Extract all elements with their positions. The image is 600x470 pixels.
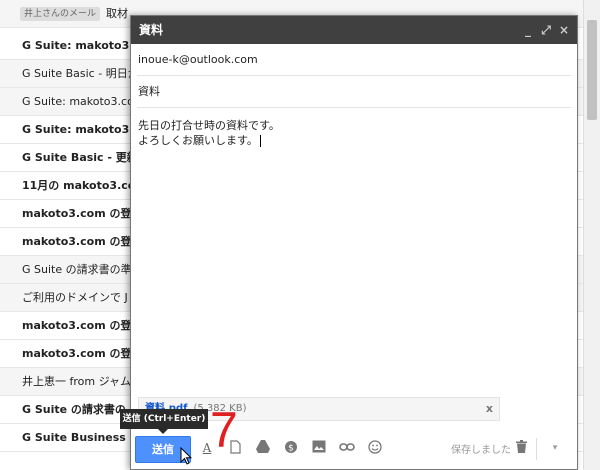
emoji-icon[interactable] [367,440,383,456]
list-item-subject: G Suite の請求書の [22,403,126,416]
link-icon[interactable] [339,440,355,456]
compose-window: 資料 _ ⤢ × inoue-k@outlook.com 資料 先日の打合せ時の… [130,15,578,470]
subject-field[interactable]: 資料 [137,76,571,108]
list-item-subject: G Suite の請求書の準 [22,263,132,276]
mouse-cursor-icon [180,447,192,465]
list-item-subject: makoto3.com の登録 [22,235,143,248]
close-icon[interactable]: × [557,16,571,44]
list-item-subject: 11月の makoto3.com [22,179,147,192]
money-icon[interactable]: $ [283,440,299,456]
scrollbar[interactable] [583,0,600,470]
saved-status: 保存しました [451,445,511,456]
body-line: 先日の打合せ時の資料です。 [138,119,280,132]
list-item-subject: G Suite: makoto3.com [22,95,145,108]
list-item-subject: makoto3.com の登録 [22,347,143,360]
step-number: 7 [210,402,238,458]
list-item-subject: makoto3.com の登録 [22,319,143,332]
compose-titlebar[interactable]: 資料 _ ⤢ × [131,16,577,44]
text-caret [259,135,261,147]
label-tag: 井上さんのメール [20,7,101,21]
list-item-subject: 取材 [106,7,129,20]
remove-attachment-icon[interactable]: x [486,398,493,420]
more-options-icon[interactable]: ▾ [547,440,563,456]
scrollbar-thumb[interactable] [587,20,597,120]
to-field[interactable]: inoue-k@outlook.com [137,44,571,76]
popout-icon[interactable]: ⤢ [539,16,553,44]
list-item-subject: ご利用のドメインで J [22,291,128,304]
minimize-icon[interactable]: _ [521,16,535,44]
svg-text:$: $ [288,444,294,454]
drive-icon[interactable] [255,440,271,456]
photo-icon[interactable] [311,440,327,456]
toolbar-divider [536,438,537,460]
compose-toolbar: 送信 A $ 保存しました ▾ [131,429,577,469]
compose-title: 資料 [139,23,164,37]
list-item-subject: 井上恵一 from ジャム [22,375,132,388]
list-item-subject: makoto3.com の登録 [22,207,143,220]
screen: 井上さんのメール 取材 G Suite: makoto3.com G Suite B… [0,0,600,470]
send-tooltip: 送信 (Ctrl+Enter) [120,409,208,434]
list-item-subject: G Suite Business に [22,431,141,444]
trash-icon[interactable] [513,440,529,456]
body-line-2: よろしくお願いします。 [138,133,570,148]
message-body[interactable]: 先日の打合せ時の資料です。 よろしくお願いします。 [131,108,577,158]
